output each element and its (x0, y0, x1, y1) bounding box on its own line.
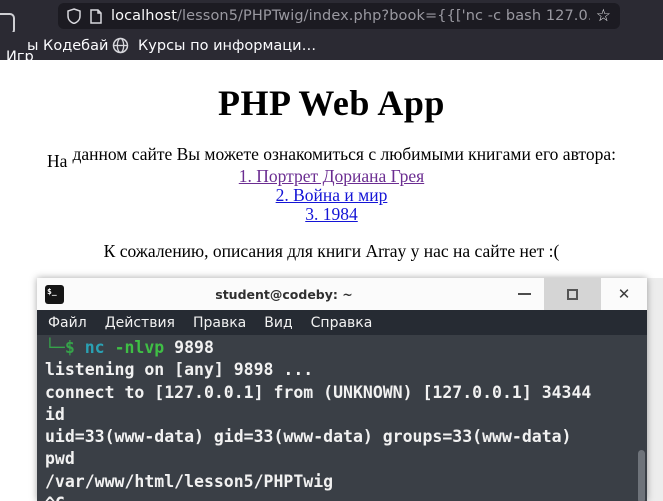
url-text: localhost/lesson5/PHPTwig/index.php?book… (111, 8, 590, 24)
command-port: 9898 (174, 338, 214, 357)
maximize-button[interactable] (544, 278, 601, 310)
close-button[interactable]: ✕ (601, 278, 647, 310)
url-path: /lesson5/PHPTwig/index.php?book={{['nc -… (177, 8, 590, 24)
terminal-title: student@codeby: ~ (215, 286, 353, 302)
intro-rest: данном сайте Вы можете ознакомиться с лю… (72, 144, 616, 164)
book-link-1984[interactable]: 3. 1984 (0, 204, 663, 225)
command-flags: -nlvp (114, 338, 175, 357)
menu-help[interactable]: Справка (309, 315, 375, 331)
book-not-found-text: К сожалению, описания для книги Array у … (103, 241, 560, 261)
intro-text: На данном сайте Вы можете ознакомиться с … (0, 144, 663, 171)
page-info-icon[interactable] (90, 8, 102, 24)
page-title: PHP Web App (218, 83, 445, 123)
terminal-line: /var/www/html/lesson5/PHPTwig (45, 471, 334, 491)
terminal-menubar: Файл Действия Правка Вид Справка (37, 310, 647, 335)
terminal-line: ^C (45, 494, 647, 501)
terminal-command-line: └─$ nc -nlvp 9898 (45, 338, 647, 360)
terminal-scrollbar-thumb[interactable] (638, 450, 645, 501)
book-link-war-and-peace[interactable]: 2. Война и мир (0, 185, 663, 206)
menu-actions[interactable]: Действия (103, 315, 177, 331)
minimize-button[interactable] (504, 278, 544, 310)
globe-icon[interactable] (112, 37, 129, 58)
terminal-app-icon: $_ (45, 284, 64, 304)
terminal-line: pwd (45, 449, 75, 469)
screen: localhost/lesson5/PHPTwig/index.php?book… (0, 0, 663, 501)
terminal-window: $_ student@codeby: ~ ✕ Файл Действия Пра… (37, 278, 647, 501)
terminal-output[interactable]: └─$ nc -nlvp 9898 listening on [any] 989… (37, 335, 647, 501)
terminal-right-margin (647, 278, 663, 501)
url-bar[interactable]: localhost/lesson5/PHPTwig/index.php?book… (58, 3, 620, 29)
url-host: localhost (111, 8, 177, 24)
bookmark-codeby[interactable]: ы Кодебай (27, 38, 108, 54)
menu-edit[interactable]: Правка (191, 315, 248, 331)
terminal-line: uid=33(www-data) gid=33(www-data) groups… (45, 427, 572, 447)
terminal-line: id (45, 404, 65, 424)
terminal-line: listening on [any] 9898 ... (45, 360, 314, 380)
browser-toolbar: localhost/lesson5/PHPTwig/index.php?book… (0, 0, 663, 35)
command-nc: nc (84, 338, 115, 357)
shield-icon[interactable] (67, 8, 81, 24)
shell-prompt: └─$ (45, 338, 85, 357)
terminal-line: connect to [127.0.0.1] from (UNKNOWN) [1… (45, 382, 592, 402)
bookmark-courses[interactable]: Курсы по информаци… (138, 38, 316, 54)
menu-file[interactable]: Файл (46, 315, 89, 331)
maximize-icon (567, 288, 578, 300)
bookmark-star-icon[interactable]: ☆ (596, 7, 611, 25)
minimize-icon (517, 293, 531, 295)
book-link-dorian-gray[interactable]: 1. Портрет Дориана Грея (0, 166, 663, 187)
menu-view[interactable]: Вид (262, 315, 294, 331)
terminal-titlebar[interactable]: $_ student@codeby: ~ ✕ (37, 278, 647, 310)
